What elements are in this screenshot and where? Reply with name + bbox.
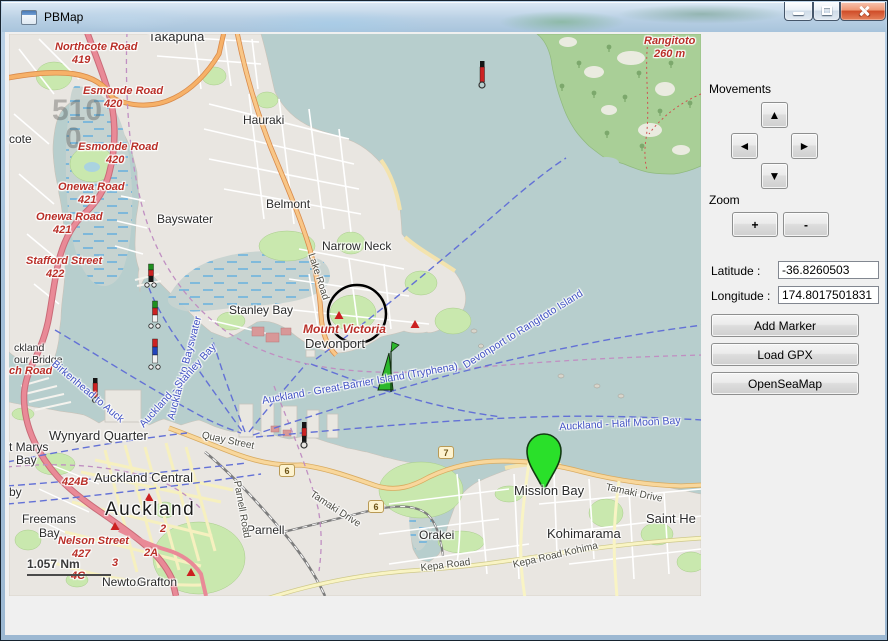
route-shield-6a: 6 xyxy=(279,464,295,477)
zoom-in-button[interactable]: + xyxy=(732,212,778,237)
onepoto-pond xyxy=(84,162,100,172)
longitude-input[interactable] xyxy=(778,286,879,304)
minus-icon: - xyxy=(804,218,808,232)
minimize-icon xyxy=(793,12,804,15)
close-button[interactable] xyxy=(840,2,886,21)
left-arrow-icon: ◄ xyxy=(739,139,751,153)
app-icon xyxy=(21,10,37,25)
map-graphics: 510 0 xyxy=(9,34,701,596)
maximize-button[interactable] xyxy=(813,2,840,21)
window-title: PBMap xyxy=(44,10,83,24)
client-area: 510 0 Takapuna Hauraki cote Bayswater Be… xyxy=(5,32,885,635)
svg-text:0: 0 xyxy=(65,122,82,155)
close-icon xyxy=(858,5,870,17)
title-bar[interactable]: PBMap xyxy=(2,2,886,32)
move-down-button[interactable]: ▼ xyxy=(761,163,788,189)
maximize-icon xyxy=(822,6,832,15)
openseamap-button[interactable]: OpenSeaMap xyxy=(711,372,859,395)
up-arrow-icon: ▲ xyxy=(769,108,781,122)
openseamap-label: OpenSeaMap xyxy=(748,377,822,391)
load-gpx-button[interactable]: Load GPX xyxy=(711,343,859,366)
move-right-button[interactable]: ► xyxy=(791,133,818,159)
plus-icon: + xyxy=(751,218,758,232)
scale-bar-label: 1.057 Nm xyxy=(27,557,80,571)
movements-label: Movements xyxy=(709,82,771,96)
move-left-button[interactable]: ◄ xyxy=(731,133,758,159)
pbmap-window: PBMap xyxy=(0,0,888,641)
scale-bar xyxy=(27,574,111,576)
latitude-input[interactable] xyxy=(778,261,879,279)
add-marker-label: Add Marker xyxy=(754,319,816,333)
zoom-out-button[interactable]: - xyxy=(783,212,829,237)
latitude-label: Latitude : xyxy=(711,264,760,278)
right-arrow-icon: ► xyxy=(799,139,811,153)
map-canvas[interactable]: 510 0 Takapuna Hauraki cote Bayswater Be… xyxy=(9,34,701,596)
longitude-label: Longitude : xyxy=(711,289,770,303)
load-gpx-label: Load GPX xyxy=(757,348,812,362)
down-arrow-icon: ▼ xyxy=(769,169,781,183)
move-up-button[interactable]: ▲ xyxy=(761,102,788,128)
route-shield-6b: 6 xyxy=(368,500,384,513)
add-marker-button[interactable]: Add Marker xyxy=(711,314,859,337)
route-shield-7: 7 xyxy=(438,446,454,459)
minimize-button[interactable] xyxy=(784,2,813,21)
rangitoto-lagoon xyxy=(593,157,619,169)
zoom-label: Zoom xyxy=(709,193,740,207)
